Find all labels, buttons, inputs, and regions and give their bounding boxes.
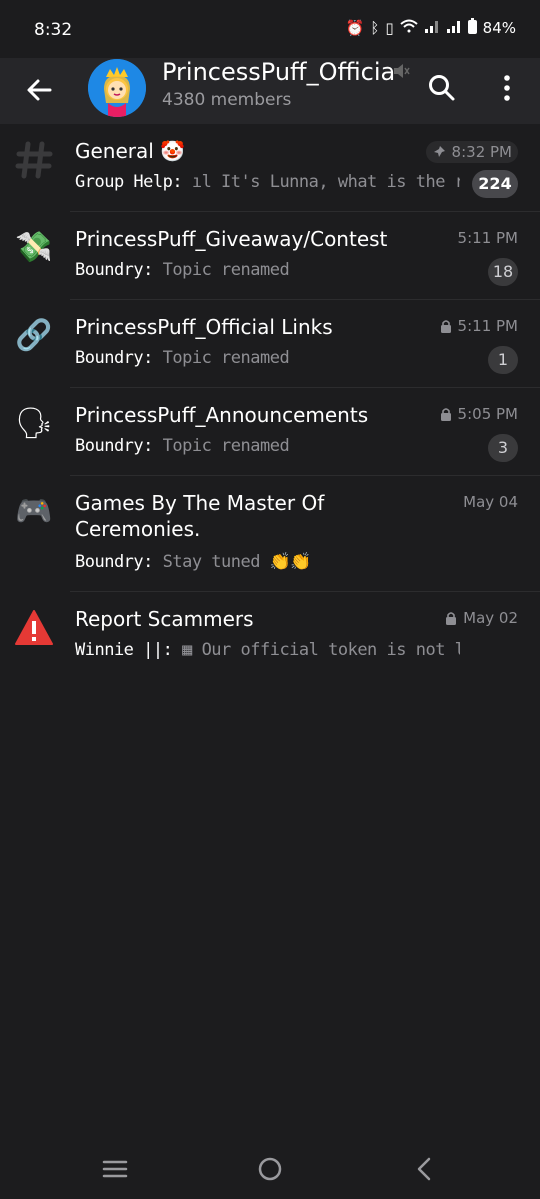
unread-badge: 18 <box>488 258 518 286</box>
back-nav-icon[interactable] <box>410 1154 440 1184</box>
topic-name: Games By The Master Of Ceremonies. <box>75 491 325 541</box>
unread-badge: 224 <box>472 170 518 198</box>
signal-icon-2 <box>446 19 462 37</box>
more-options-icon[interactable] <box>494 72 520 104</box>
message-text: ıl It's Lunna, what is the resu… <box>191 172 460 192</box>
topic-last-message: Group Help: ıl It's Lunna, what is the r… <box>75 172 460 192</box>
topic-last-message: Boundry: Topic renamed <box>75 348 460 368</box>
lock-icon <box>446 612 457 625</box>
topic-row-giveaway[interactable]: 💸 PrincessPuff_Giveaway/Contest 5:11 PM … <box>0 212 540 300</box>
pinned-time: 8:32 PM <box>425 141 518 163</box>
message-sender: Boundry: <box>75 348 153 368</box>
topic-name: General 🤡 <box>75 139 186 163</box>
battery-icon <box>467 18 477 38</box>
recents-icon[interactable] <box>100 1154 130 1184</box>
message-text: Topic renamed <box>152 348 290 368</box>
unread-badge: 3 <box>488 434 518 462</box>
topic-last-message: Boundry: Stay tuned 👏👏 <box>75 552 460 572</box>
topic-row-announcements[interactable]: 🗣 PrincessPuff_Announcements 5:05 PM Bou… <box>0 388 540 476</box>
message-text: Stay tuned 👏👏 <box>152 552 312 572</box>
topic-time: 5:11 PM <box>457 229 518 247</box>
message-text: Topic renamed <box>152 436 290 456</box>
message-sender: Boundry: <box>75 260 153 280</box>
link-icon: 🔗 <box>15 318 53 353</box>
message-sender: Boundry: <box>75 436 153 456</box>
search-icon[interactable] <box>426 72 458 104</box>
lock-icon <box>440 408 451 421</box>
vibrate-icon: ▯ <box>385 19 394 37</box>
alarm-icon: ⏰ <box>345 19 365 37</box>
topic-time: 5:11 PM <box>457 317 518 335</box>
topic-list: General 🤡 8:32 PM Group Help: ıl It's Lu… <box>0 124 540 680</box>
battery-level: 84% <box>482 19 516 37</box>
group-avatar[interactable] <box>88 59 146 117</box>
status-bar: 8:32 ⏰ ᛒ ▯ 84% <box>0 0 540 58</box>
topic-last-message: Boundry: Topic renamed <box>75 260 460 280</box>
topic-name: Report Scammers <box>75 607 254 631</box>
bluetooth-icon: ᛒ <box>370 19 380 37</box>
topic-time: May 02 <box>463 609 518 627</box>
signal-icon <box>424 19 440 37</box>
topic-row-links[interactable]: 🔗 PrincessPuff_Official Links 5:11 PM Bo… <box>0 300 540 388</box>
topic-row-report-scammers[interactable]: Report Scammers May 02 Winnie ||: ▦ Our … <box>0 592 540 680</box>
hash-icon <box>14 140 54 180</box>
back-arrow-icon[interactable] <box>22 72 58 108</box>
topic-name: PrincessPuff_Giveaway/Contest <box>75 227 388 251</box>
topic-row-games[interactable]: 🎮 Games By The Master Of Ceremonies. May… <box>0 476 540 592</box>
topic-last-message: Winnie ||: ▦ Our official token is not l… <box>75 640 460 660</box>
message-sender: Group Help: <box>75 172 183 192</box>
status-time: 8:32 <box>34 20 73 40</box>
topic-time: 5:05 PM <box>457 405 518 423</box>
home-icon[interactable] <box>255 1154 285 1184</box>
topic-name: PrincessPuff_Announcements <box>75 403 369 427</box>
member-count: 4380 members <box>162 90 292 110</box>
topic-name: PrincessPuff_Official Links <box>75 315 333 339</box>
lock-icon <box>440 320 451 333</box>
chat-header: PrincessPuff_Officia 4380 members <box>0 58 540 124</box>
topic-last-message: Boundry: Topic renamed <box>75 436 460 456</box>
group-title[interactable]: PrincessPuff_Officia <box>162 58 410 86</box>
unread-badge: 1 <box>488 346 518 374</box>
gamepad-icon: 🎮 <box>15 494 53 529</box>
topic-row-general[interactable]: General 🤡 8:32 PM Group Help: ıl It's Lu… <box>0 124 540 212</box>
wifi-icon <box>399 19 418 37</box>
message-sender: Boundry: <box>75 552 153 572</box>
message-text: ▦ Our official token is not live yet. Be… <box>182 640 460 660</box>
message-text: Topic renamed <box>152 260 290 280</box>
money-wings-icon: 💸 <box>15 230 53 265</box>
message-sender: Winnie ||: <box>75 640 173 660</box>
mute-icon <box>394 64 410 78</box>
speaking-head-icon: 🗣 <box>14 406 54 441</box>
system-nav-bar <box>0 1140 540 1199</box>
pin-icon <box>433 146 445 157</box>
topic-time: 8:32 PM <box>451 143 512 161</box>
warning-icon <box>14 608 54 648</box>
status-icons: ⏰ ᛒ ▯ 84% <box>346 18 516 38</box>
topic-time: May 04 <box>463 493 518 511</box>
